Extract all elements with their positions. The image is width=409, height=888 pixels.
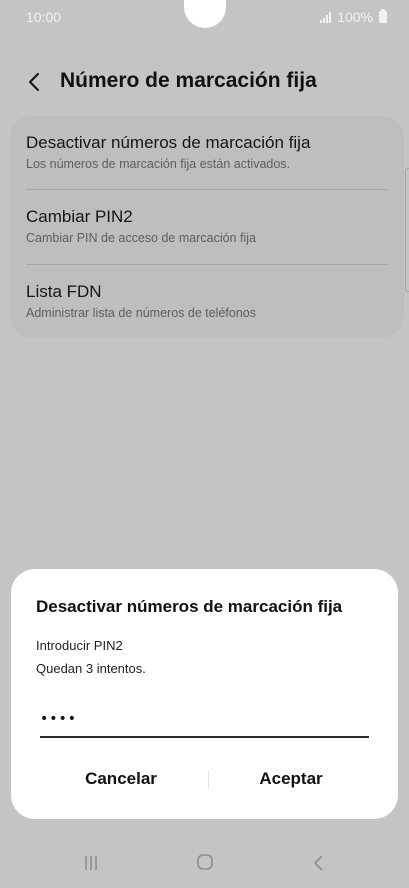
back-icon[interactable]: [312, 854, 326, 872]
settings-item-fdn-list[interactable]: Lista FDN Administrar lista de números d…: [26, 282, 388, 320]
battery-icon: [379, 9, 387, 23]
accept-button[interactable]: Aceptar: [201, 762, 381, 796]
battery-percent: 100%: [337, 9, 373, 25]
scroll-indicator[interactable]: [405, 168, 409, 292]
app-header: Número de marcación fija: [0, 58, 409, 106]
navigation-bar: [0, 838, 409, 888]
dialog-prompt: Introducir PIN2: [36, 638, 123, 653]
settings-item-title: Desactivar números de marcación fija: [26, 133, 311, 152]
status-bar: 10:00 100%: [0, 0, 409, 34]
settings-item-disable-fdn[interactable]: Desactivar números de marcación fija Los…: [26, 133, 388, 171]
settings-item-title: Cambiar PIN2: [26, 207, 133, 226]
pin2-input[interactable]: [40, 705, 369, 738]
divider: [26, 189, 388, 190]
settings-item-change-pin2[interactable]: Cambiar PIN2 Cambiar PIN de acceso de ma…: [26, 207, 388, 245]
back-arrow-icon[interactable]: [26, 71, 44, 93]
page-title: Número de marcación fija: [60, 69, 317, 92]
pin2-dialog: Desactivar números de marcación fija Int…: [11, 569, 398, 819]
settings-item-subtitle: Administrar lista de números de teléfono…: [26, 306, 256, 320]
signal-icon: [320, 11, 332, 23]
screen: 10:00 100% Número de marcación fija Desa…: [0, 0, 409, 888]
settings-item-subtitle: Los números de marcación fija están acti…: [26, 157, 291, 171]
divider: [26, 264, 388, 265]
status-indicators: 100%: [320, 9, 387, 25]
settings-card: Desactivar números de marcación fija Los…: [10, 116, 404, 338]
dialog-title: Desactivar números de marcación fija: [36, 597, 343, 616]
status-time: 10:00: [26, 9, 62, 25]
settings-item-title: Lista FDN: [26, 282, 102, 301]
recents-icon[interactable]: [83, 855, 99, 871]
home-icon[interactable]: [197, 854, 213, 870]
dialog-attempts-remaining: Quedan 3 intentos.: [36, 661, 146, 676]
settings-item-subtitle: Cambiar PIN de acceso de marcación fija: [26, 231, 256, 245]
cancel-button[interactable]: Cancelar: [31, 762, 211, 796]
camera-notch: [184, 0, 226, 28]
